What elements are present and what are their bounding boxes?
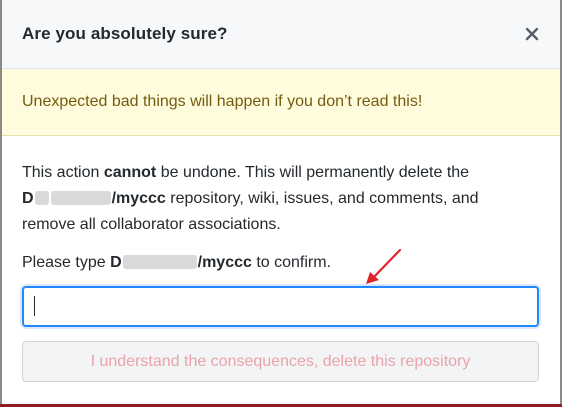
repo-owner-initial: D bbox=[22, 190, 34, 207]
description-emphasis: cannot bbox=[103, 164, 157, 181]
delete-repository-button[interactable]: I understand the consequences, delete th… bbox=[22, 341, 539, 382]
confirm-prompt-text: to confirm. bbox=[251, 254, 332, 271]
description-text: This action bbox=[22, 164, 104, 181]
description-line-2: D/myccc repository, wiki, issues, and co… bbox=[22, 186, 542, 212]
warning-banner: Unexpected bad things will happen if you… bbox=[2, 69, 560, 136]
description-line-1: This action cannot be undone. This will … bbox=[22, 160, 542, 186]
description-text: repository, wiki, issues, and comments, … bbox=[165, 190, 479, 207]
text-caret bbox=[34, 296, 35, 316]
confirm-prompt: Please type D/myccc to confirm. bbox=[22, 250, 331, 276]
close-button[interactable] bbox=[522, 24, 542, 44]
confirm-repo-owner-initial: D bbox=[110, 254, 122, 271]
dialog-header: Are you absolutely sure? bbox=[2, 0, 560, 69]
repo-name: /myccc bbox=[111, 190, 166, 207]
warning-text: Unexpected bad things will happen if you… bbox=[22, 93, 423, 110]
dialog-title: Are you absolutely sure? bbox=[22, 24, 228, 43]
description-text: be undone. This will permanently delete … bbox=[156, 164, 470, 181]
description-line-3: remove all collaborator associations. bbox=[22, 216, 281, 233]
close-icon bbox=[525, 27, 539, 41]
confirm-repository-input[interactable] bbox=[22, 286, 539, 327]
confirm-repo-name: /myccc bbox=[197, 254, 252, 271]
annotation-arrow-icon bbox=[366, 248, 402, 284]
redacted-owner-part bbox=[50, 190, 111, 205]
page: Are you absolutely sure? Unexpected bad … bbox=[0, 0, 562, 407]
consequences-description: This action cannot be undone. This will … bbox=[22, 160, 542, 238]
redacted-owner-part bbox=[34, 190, 49, 205]
confirm-prompt-text: Please type bbox=[22, 254, 111, 271]
redacted-owner-part bbox=[122, 254, 197, 269]
delete-repository-dialog: Are you absolutely sure? Unexpected bad … bbox=[2, 0, 560, 404]
